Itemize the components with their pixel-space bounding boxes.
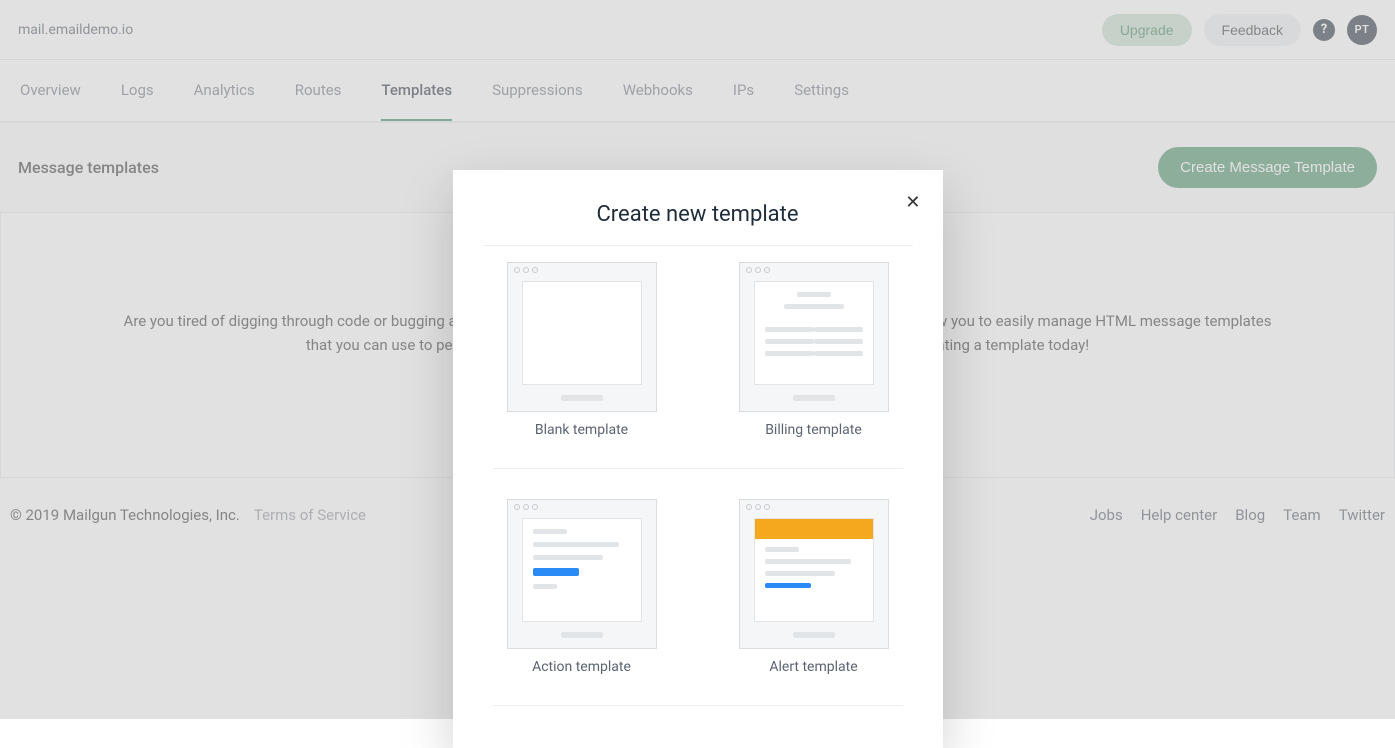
divider bbox=[493, 468, 903, 469]
template-option-action[interactable]: Action template bbox=[493, 499, 671, 675]
template-thumb-billing bbox=[739, 262, 889, 412]
template-caption-alert: Alert template bbox=[769, 659, 857, 675]
template-option-alert[interactable]: Alert template bbox=[725, 499, 903, 675]
template-caption-action: Action template bbox=[532, 659, 631, 675]
template-option-blank[interactable]: Blank template bbox=[493, 262, 671, 438]
template-thumb-alert bbox=[739, 499, 889, 649]
divider bbox=[483, 245, 913, 246]
close-icon[interactable]: ✕ bbox=[905, 192, 920, 213]
modal-title: Create new template bbox=[483, 202, 913, 227]
template-thumb-action bbox=[507, 499, 657, 649]
template-option-billing[interactable]: Billing template bbox=[725, 262, 903, 438]
template-thumb-blank bbox=[507, 262, 657, 412]
divider bbox=[493, 705, 903, 706]
template-options-grid: Blank template Billing template bbox=[483, 262, 913, 708]
template-caption-blank: Blank template bbox=[535, 422, 628, 438]
template-caption-billing: Billing template bbox=[765, 422, 862, 438]
create-template-modal: ✕ Create new template Blank template bbox=[453, 170, 943, 748]
